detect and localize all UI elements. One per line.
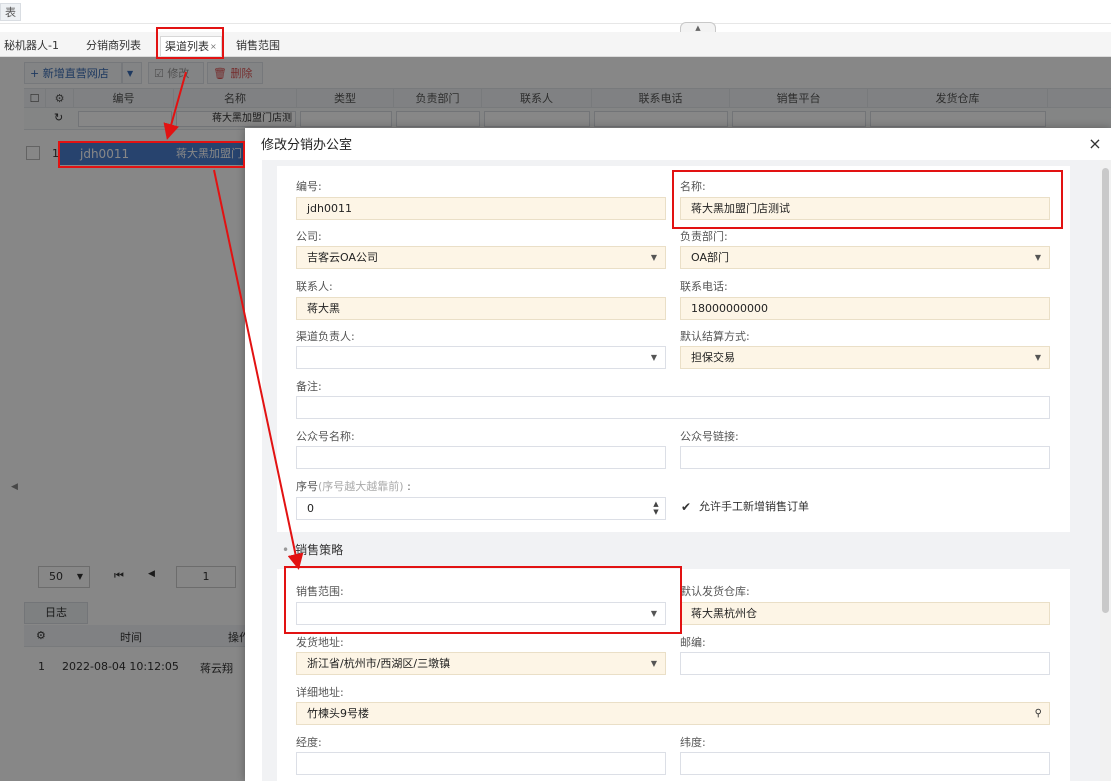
company-select[interactable]: 吉客云OA公司 ▼ (296, 246, 666, 269)
settle-value: 担保交易 (691, 351, 735, 364)
lat-label: 纬度: (680, 736, 706, 749)
annotation-box-row (58, 141, 245, 168)
detail-addr-field[interactable]: 竹楝头9号楼 ⚲ (296, 702, 1050, 725)
remark-field[interactable] (296, 396, 1050, 419)
annotation-box-tab (156, 27, 224, 59)
chevron-down-icon: ▼ (1034, 253, 1041, 262)
company-value: 吉客云OA公司 (307, 251, 378, 264)
company-label: 公司: (296, 230, 322, 243)
detail-addr-value: 竹楝头9号楼 (307, 707, 369, 720)
dialog-scroll-thumb[interactable] (1102, 168, 1109, 613)
chevron-down-icon: ▼ (650, 353, 657, 362)
top-title: 表 (0, 3, 21, 21)
dept-value: OA部门 (691, 251, 729, 264)
wechat-link-label: 公众号链接: (680, 430, 739, 443)
sales-strategy-heading: • 销售策略 (282, 542, 343, 558)
zip-label: 邮编: (680, 636, 706, 649)
code-field[interactable]: jdh0011 (296, 197, 666, 220)
owner-label: 渠道负责人: (296, 330, 355, 343)
wechat-name-field[interactable] (296, 446, 666, 469)
chevron-down-icon: ▼ (650, 659, 657, 668)
bullet-icon: • (282, 543, 290, 557)
remark-label: 备注: (296, 380, 322, 393)
tab-label: 销售范围 (236, 39, 280, 52)
warehouse-select[interactable]: 蒋大黑杭州仓 (680, 602, 1050, 625)
dept-select[interactable]: OA部门 ▼ (680, 246, 1050, 269)
dialog-title: 修改分销办公室 (261, 138, 353, 153)
map-pin-icon[interactable]: ⚲ (1035, 703, 1042, 724)
dept-label: 负责部门: (680, 230, 728, 243)
contact-field[interactable]: 蒋大黑 (296, 297, 666, 320)
wechat-link-field[interactable] (680, 446, 1050, 469)
ship-addr-value: 浙江省/杭州市/西湖区/三墩镇 (307, 657, 451, 670)
settle-select[interactable]: 担保交易 ▼ (680, 346, 1050, 369)
lat-field[interactable] (680, 752, 1050, 775)
allow-manual-label: 允许手工新增销售订单 (699, 500, 809, 513)
tab-distributor-list[interactable]: 分销商列表 (82, 36, 145, 56)
code-label: 编号: (296, 180, 322, 193)
seq-colon: : (407, 480, 411, 493)
phone-label: 联系电话: (680, 280, 728, 293)
tab-robot[interactable]: 秘机器人-1 (0, 36, 63, 56)
zip-field[interactable] (680, 652, 1050, 675)
phone-field[interactable]: 18000000000 (680, 297, 1050, 320)
detail-addr-label: 详细地址: (296, 686, 344, 699)
tab-label: 分销商列表 (86, 39, 141, 52)
allow-manual-checkbox[interactable]: ✔ (681, 501, 693, 513)
tab-label: 秘机器人-1 (4, 39, 59, 52)
sales-strategy-title: 销售策略 (295, 543, 344, 557)
owner-select[interactable]: ▼ (296, 346, 666, 369)
tab-sales-range[interactable]: 销售范围 (232, 36, 284, 56)
lng-field[interactable] (296, 752, 666, 775)
stepper-arrows-icon[interactable]: ▲ ▼ (651, 500, 661, 516)
contact-label: 联系人: (296, 280, 333, 293)
top-strip: 表 (0, 0, 1111, 24)
seq-label: 序号(序号越大越靠前) : (296, 480, 411, 494)
close-icon[interactable]: × (1087, 134, 1103, 154)
ship-addr-select[interactable]: 浙江省/杭州市/西湖区/三墩镇 ▼ (296, 652, 666, 675)
seq-stepper[interactable]: 0 ▲ ▼ (296, 497, 666, 520)
wechat-name-label: 公众号名称: (296, 430, 355, 443)
seq-hint: (序号越大越靠前) (318, 480, 404, 493)
chevron-down-icon: ▼ (1034, 353, 1041, 362)
annotation-box-range (284, 566, 682, 634)
ship-addr-label: 发货地址: (296, 636, 344, 649)
lng-label: 经度: (296, 736, 322, 749)
collapse-toggle[interactable]: ▲ (680, 22, 716, 32)
annotation-box-name (672, 170, 1063, 229)
seq-label-text: 序号 (296, 480, 318, 493)
chevron-down-icon: ▼ (650, 253, 657, 262)
warehouse-label: 默认发货仓库: (680, 585, 750, 598)
settle-label: 默认结算方式: (680, 330, 750, 343)
seq-value: 0 (307, 502, 314, 515)
